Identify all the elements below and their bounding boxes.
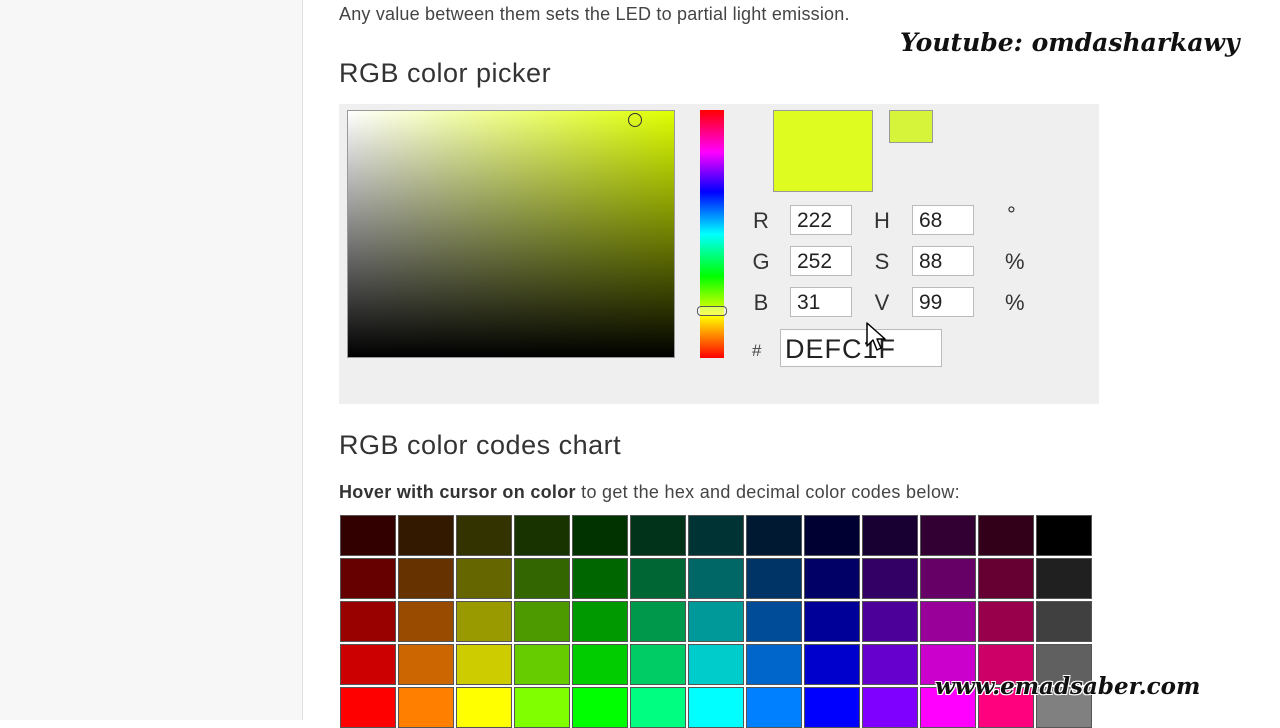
chart-description-bold: Hover with cursor on color bbox=[339, 482, 576, 502]
chart-description: Hover with cursor on color to get the he… bbox=[339, 482, 960, 503]
b-label: B bbox=[753, 290, 769, 315]
color-cell[interactable] bbox=[862, 687, 918, 728]
color-cell[interactable] bbox=[572, 644, 628, 685]
color-cell[interactable] bbox=[978, 558, 1034, 599]
color-cell[interactable] bbox=[1036, 515, 1092, 556]
color-cell[interactable] bbox=[514, 644, 570, 685]
hue-slider-handle[interactable] bbox=[697, 306, 727, 316]
color-cell[interactable] bbox=[630, 601, 686, 642]
color-cell[interactable] bbox=[630, 558, 686, 599]
color-cell[interactable] bbox=[920, 515, 976, 556]
current-color-swatch bbox=[773, 110, 873, 192]
b-input[interactable]: 31 bbox=[790, 287, 852, 317]
color-cell[interactable] bbox=[862, 601, 918, 642]
r-label: R bbox=[753, 208, 769, 233]
color-cell[interactable] bbox=[456, 601, 512, 642]
color-cell[interactable] bbox=[340, 687, 396, 728]
color-cell[interactable] bbox=[804, 515, 860, 556]
color-cell[interactable] bbox=[398, 687, 454, 728]
chart-description-rest: to get the hex and decimal color codes b… bbox=[575, 482, 960, 502]
chart-section-title: RGB color codes chart bbox=[339, 430, 622, 460]
hue-slider[interactable] bbox=[697, 110, 727, 358]
color-cell[interactable] bbox=[688, 644, 744, 685]
color-cell[interactable] bbox=[978, 601, 1034, 642]
g-label: G bbox=[752, 249, 770, 274]
saturation-value-area[interactable] bbox=[347, 110, 675, 358]
color-cell[interactable] bbox=[398, 601, 454, 642]
hex-hash-label: # bbox=[752, 341, 762, 360]
color-cell[interactable] bbox=[862, 558, 918, 599]
previous-color-swatch[interactable] bbox=[889, 110, 933, 143]
s-input[interactable]: 88 bbox=[912, 246, 974, 276]
left-sidebar-gutter bbox=[0, 0, 303, 720]
color-cell[interactable] bbox=[398, 644, 454, 685]
color-cell[interactable] bbox=[572, 558, 628, 599]
color-cell[interactable] bbox=[456, 558, 512, 599]
color-cell[interactable] bbox=[340, 558, 396, 599]
color-cell[interactable] bbox=[862, 644, 918, 685]
color-cell[interactable] bbox=[1036, 601, 1092, 642]
color-cell[interactable] bbox=[340, 601, 396, 642]
color-cell[interactable] bbox=[688, 558, 744, 599]
color-cell[interactable] bbox=[398, 515, 454, 556]
color-cell[interactable] bbox=[746, 644, 802, 685]
v-unit: % bbox=[1005, 290, 1025, 315]
color-cell[interactable] bbox=[398, 558, 454, 599]
color-cell[interactable] bbox=[456, 687, 512, 728]
watermark-website: www.emadsaber.com bbox=[935, 673, 1201, 700]
g-input[interactable]: 252 bbox=[790, 246, 852, 276]
color-cell[interactable] bbox=[920, 601, 976, 642]
v-label: V bbox=[874, 290, 890, 315]
color-cell[interactable] bbox=[746, 687, 802, 728]
color-cell[interactable] bbox=[804, 687, 860, 728]
hex-input[interactable]: DEFC1F bbox=[780, 329, 942, 367]
color-cell[interactable] bbox=[572, 601, 628, 642]
v-input[interactable]: 99 bbox=[912, 287, 974, 317]
color-cell[interactable] bbox=[1036, 558, 1092, 599]
color-cell[interactable] bbox=[804, 558, 860, 599]
color-cell[interactable] bbox=[340, 515, 396, 556]
picker-section-title: RGB color picker bbox=[339, 58, 552, 88]
r-input[interactable]: 222 bbox=[790, 205, 852, 235]
color-cell[interactable] bbox=[514, 601, 570, 642]
color-cell[interactable] bbox=[688, 515, 744, 556]
h-unit: ° bbox=[1007, 202, 1016, 227]
color-cell[interactable] bbox=[456, 644, 512, 685]
watermark-youtube: Youtube: omdasharkawy bbox=[900, 28, 1240, 57]
color-cell[interactable] bbox=[804, 644, 860, 685]
mouse-pointer-icon bbox=[866, 322, 886, 351]
color-cell[interactable] bbox=[688, 601, 744, 642]
color-cell[interactable] bbox=[688, 687, 744, 728]
color-cell[interactable] bbox=[630, 515, 686, 556]
h-input[interactable]: 68 bbox=[912, 205, 974, 235]
color-cell[interactable] bbox=[340, 644, 396, 685]
color-cell[interactable] bbox=[978, 515, 1034, 556]
color-cell[interactable] bbox=[630, 687, 686, 728]
color-cell[interactable] bbox=[862, 515, 918, 556]
intro-text: Any value between them sets the LED to p… bbox=[339, 4, 850, 24]
color-cell[interactable] bbox=[630, 644, 686, 685]
color-cell[interactable] bbox=[920, 558, 976, 599]
color-cell[interactable] bbox=[456, 515, 512, 556]
color-cell[interactable] bbox=[572, 515, 628, 556]
s-label: S bbox=[874, 249, 890, 274]
color-cell[interactable] bbox=[746, 601, 802, 642]
color-cell[interactable] bbox=[572, 687, 628, 728]
color-cell[interactable] bbox=[514, 558, 570, 599]
s-unit: % bbox=[1005, 249, 1025, 274]
color-cell[interactable] bbox=[514, 515, 570, 556]
color-cell[interactable] bbox=[746, 515, 802, 556]
sv-cursor-circle[interactable] bbox=[628, 113, 642, 127]
h-label: H bbox=[874, 208, 890, 233]
color-cell[interactable] bbox=[804, 601, 860, 642]
color-cell[interactable] bbox=[514, 687, 570, 728]
color-cell[interactable] bbox=[746, 558, 802, 599]
color-picker-panel: R 222 H 68 ° G 252 S 88 % B 31 V 99 % # … bbox=[339, 104, 1099, 404]
